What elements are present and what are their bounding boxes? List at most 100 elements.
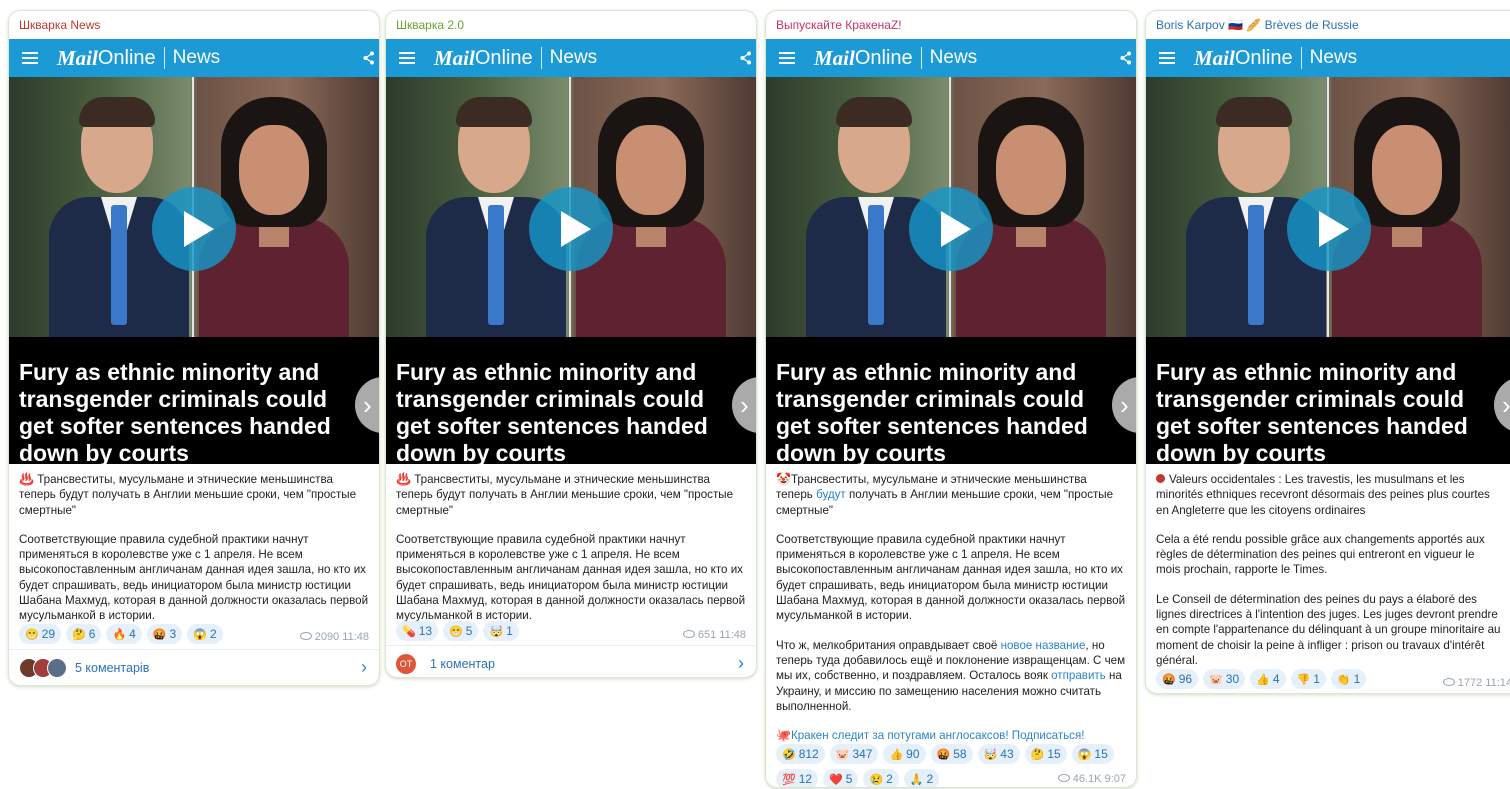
channel-name[interactable]: Шкварка News	[9, 11, 379, 39]
chevron-right-icon: ›	[738, 653, 744, 673]
play-button[interactable]	[529, 187, 613, 271]
post-meta: 2090 11:48	[299, 631, 369, 643]
video-preview[interactable]: Mail Online News Fury as ethnic minority…	[386, 39, 756, 464]
post-body: Соответствующие правила судебной практик…	[396, 532, 746, 623]
reaction-chip[interactable]: 🤬 96	[1156, 669, 1199, 689]
next-arrow-icon[interactable]: ›	[1494, 377, 1510, 433]
reaction-chip[interactable]: 🤣 812	[776, 744, 825, 764]
dailymail-header: Mail Online News	[9, 39, 379, 77]
section-label: News	[172, 47, 221, 68]
reaction-chip[interactable]: 👎 1	[1290, 669, 1326, 689]
views-icon	[682, 630, 695, 638]
avatar: ОТ	[396, 653, 416, 674]
reaction-chip[interactable]: 🤯 43	[977, 744, 1020, 764]
reaction-chip[interactable]: 💊 13	[396, 621, 439, 641]
next-arrow-icon[interactable]: ›	[355, 377, 379, 433]
post-text: Valeurs occidentales : Les travestis, le…	[1146, 464, 1510, 668]
inline-link[interactable]: новое название	[1001, 639, 1086, 652]
post-text: ♨️ Трансвеститы, мусульмане и этнические…	[9, 464, 379, 624]
view-count: 1772	[1457, 677, 1483, 689]
section-label: News	[929, 47, 978, 68]
share-icon	[740, 51, 751, 65]
post-body: Cela a été rendu possible grâce aux chan…	[1156, 532, 1485, 577]
reaction-chip[interactable]: 👍 90	[883, 744, 926, 764]
comments-count[interactable]: 5 коментарів	[75, 661, 149, 675]
share-icon	[1120, 51, 1131, 65]
reaction-chip[interactable]: 😱 15	[1071, 744, 1114, 764]
video-preview[interactable]: Mail Online News Fury as ethnic minority…	[1146, 39, 1510, 464]
video-headline: Fury as ethnic minority and transgender …	[776, 359, 1088, 464]
commenter-avatars	[19, 657, 67, 678]
post-text: ♨️ Трансвеститы, мусульмане и этнические…	[386, 464, 756, 624]
play-button[interactable]	[152, 187, 236, 271]
video-preview[interactable]: Mail Online News Fury as ethnic minority…	[9, 39, 379, 464]
reaction-chip[interactable]: 🤬 58	[930, 744, 973, 764]
reaction-chip[interactable]: 😢 2	[863, 769, 899, 787]
screenshot-collage: Шкварка News Mail Online News Fury as et…	[0, 0, 1510, 789]
post-lead: Трансвеститы, мусульмане и этнические ме…	[19, 473, 357, 517]
view-count: 2090	[314, 631, 340, 643]
post-lead: Трансвеститы, мусульмане и этнические ме…	[396, 473, 734, 517]
reactions-bar: 😁 29 🤔 6 🔥 4 🤬 3 😱 2	[9, 624, 233, 644]
video-headline: Fury as ethnic minority and transgender …	[19, 359, 331, 464]
post-extra: Что ж, мелкобритания оправдывает своё но…	[776, 638, 1126, 713]
dailymail-header: Mail Online News	[766, 39, 1136, 77]
comments-link[interactable]: 5 коментарів ›	[9, 649, 379, 685]
brand-logo: Mail	[1194, 45, 1235, 70]
views-icon	[299, 632, 312, 640]
views-icon	[1442, 678, 1455, 686]
channel-name[interactable]: Выпускайте КракенаZ!	[766, 11, 1136, 39]
avatar	[47, 657, 67, 678]
reaction-chip[interactable]: 🐷 30	[1203, 669, 1246, 689]
reaction-chip[interactable]: 🤔 6	[66, 624, 102, 644]
reaction-chip[interactable]: 😁 29	[19, 624, 62, 644]
hot-springs-icon: ♨️	[396, 472, 411, 486]
reaction-chip[interactable]: ❤️ 5	[823, 769, 859, 787]
inline-link[interactable]: отправить	[1051, 669, 1106, 682]
reaction-chip[interactable]: 🐷 347	[829, 744, 879, 764]
reaction-chip[interactable]: 🙏 2	[903, 769, 940, 787]
subscribe-promo[interactable]: 🐙Кракен следит за потугами англосаксов! …	[776, 728, 1126, 743]
reaction-chip[interactable]: 🔥 4	[106, 624, 142, 644]
post-time: 11:48	[719, 629, 746, 641]
brand-suffix: Online	[97, 46, 156, 69]
post-time: 11:14	[1485, 677, 1510, 689]
post-card: Шкварка News Mail Online News Fury as et…	[8, 10, 380, 686]
post-body: Соответствующие правила судебной практик…	[19, 532, 369, 623]
comments-count[interactable]: 1 коментар	[430, 657, 495, 671]
post-card: Шкварка 2.0 Mail Online News Fury as eth…	[385, 10, 757, 678]
comments-link[interactable]: ОТ 1 коментар ›	[386, 645, 756, 677]
post-body: Le Conseil de détermination des peines d…	[1156, 592, 1501, 667]
reaction-chip[interactable]: 😱 2	[187, 624, 223, 644]
reaction-chip[interactable]: 😁 5	[443, 621, 479, 641]
dailymail-header: Mail Online News	[1146, 39, 1510, 77]
play-button[interactable]	[1287, 187, 1371, 271]
dailymail-header: Mail Online News	[386, 39, 756, 77]
reaction-chip[interactable]: 👍 4	[1250, 669, 1286, 689]
reaction-chip[interactable]: 🤔 15	[1024, 744, 1067, 764]
brand-suffix: Online	[1234, 46, 1293, 69]
channel-name[interactable]: Шкварка 2.0	[386, 11, 756, 39]
chevron-right-icon: ›	[361, 657, 367, 677]
video-headline: Fury as ethnic minority and transgender …	[1156, 359, 1468, 464]
reaction-chip[interactable]: 🤯 1	[483, 621, 519, 641]
post-meta: 651 11:48	[682, 629, 746, 641]
post-card: Boris Karpov 🇷🇺 🥖 Brèves de Russie Mail …	[1145, 10, 1510, 694]
inline-link[interactable]: будут	[816, 488, 846, 501]
play-button[interactable]	[909, 187, 993, 271]
next-arrow-icon[interactable]: ›	[1112, 377, 1136, 433]
reaction-chip[interactable]: 👏 1	[1330, 669, 1367, 689]
subscribe-link[interactable]: Кракен следит за потугами англосаксов! П…	[791, 729, 1085, 742]
next-arrow-icon[interactable]: ›	[732, 377, 756, 433]
red-circle-icon	[1156, 474, 1165, 483]
reaction-chip[interactable]: 🤬 3	[146, 624, 183, 644]
reactions-bar: 💊 13 😁 5 🤯 1	[386, 621, 529, 641]
reactions-bar: 🤬 96 🐷 30 👍 4 👎 1 👏 1	[1146, 669, 1376, 689]
section-label: News	[1309, 47, 1358, 68]
channel-name[interactable]: Boris Karpov 🇷🇺 🥖 Brèves de Russie	[1146, 11, 1510, 39]
post-time: 9:07	[1104, 773, 1126, 785]
video-preview[interactable]: Mail Online News Fury as ethnic minority…	[766, 39, 1136, 464]
section-label: News	[549, 47, 598, 68]
brand-logo: Mail	[57, 45, 98, 70]
reaction-chip[interactable]: 💯 12	[776, 769, 819, 787]
